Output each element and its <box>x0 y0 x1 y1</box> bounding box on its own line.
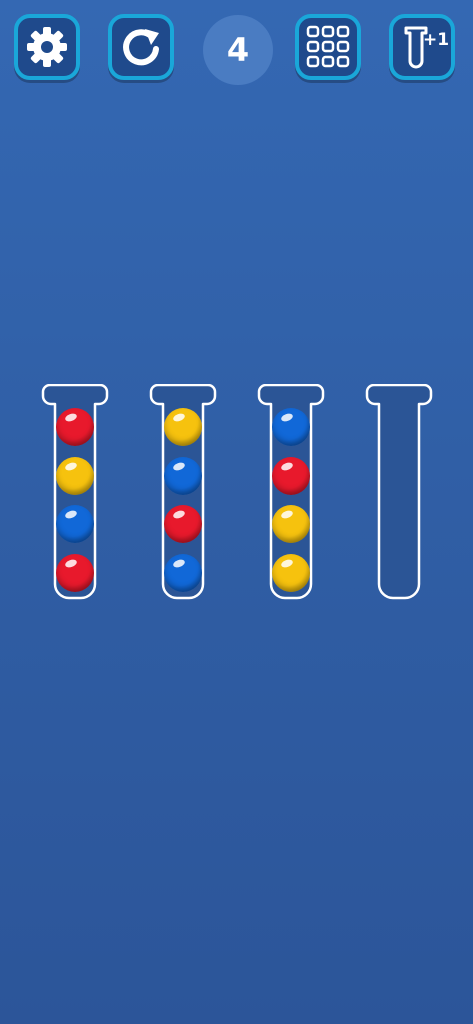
ball-red <box>56 408 94 446</box>
tube-1[interactable] <box>41 384 109 602</box>
add-tube-label: +1 <box>423 30 450 50</box>
settings-button[interactable] <box>14 14 80 80</box>
ball-blue <box>56 505 94 543</box>
ball-red <box>164 505 202 543</box>
restart-button[interactable] <box>108 14 174 80</box>
tube-3[interactable] <box>257 384 325 602</box>
grid-icon <box>305 24 351 70</box>
ball-blue <box>272 408 310 446</box>
level-number: 4 <box>203 15 273 85</box>
gear-icon <box>23 23 71 71</box>
ball-blue <box>164 554 202 592</box>
ball-blue <box>164 457 202 495</box>
add-tube-icon: +1 <box>397 22 450 72</box>
ball-red <box>272 457 310 495</box>
tube-4[interactable] <box>365 384 433 602</box>
ball-red <box>56 554 94 592</box>
ball-yellow <box>164 408 202 446</box>
tube-2[interactable] <box>149 384 217 602</box>
top-toolbar: 4 +1 <box>0 0 473 100</box>
ball-yellow <box>272 505 310 543</box>
levels-button[interactable] <box>295 14 361 80</box>
ball-yellow <box>56 457 94 495</box>
restart-icon <box>117 23 165 71</box>
add-tube-button[interactable]: +1 <box>389 14 455 80</box>
ball-yellow <box>272 554 310 592</box>
